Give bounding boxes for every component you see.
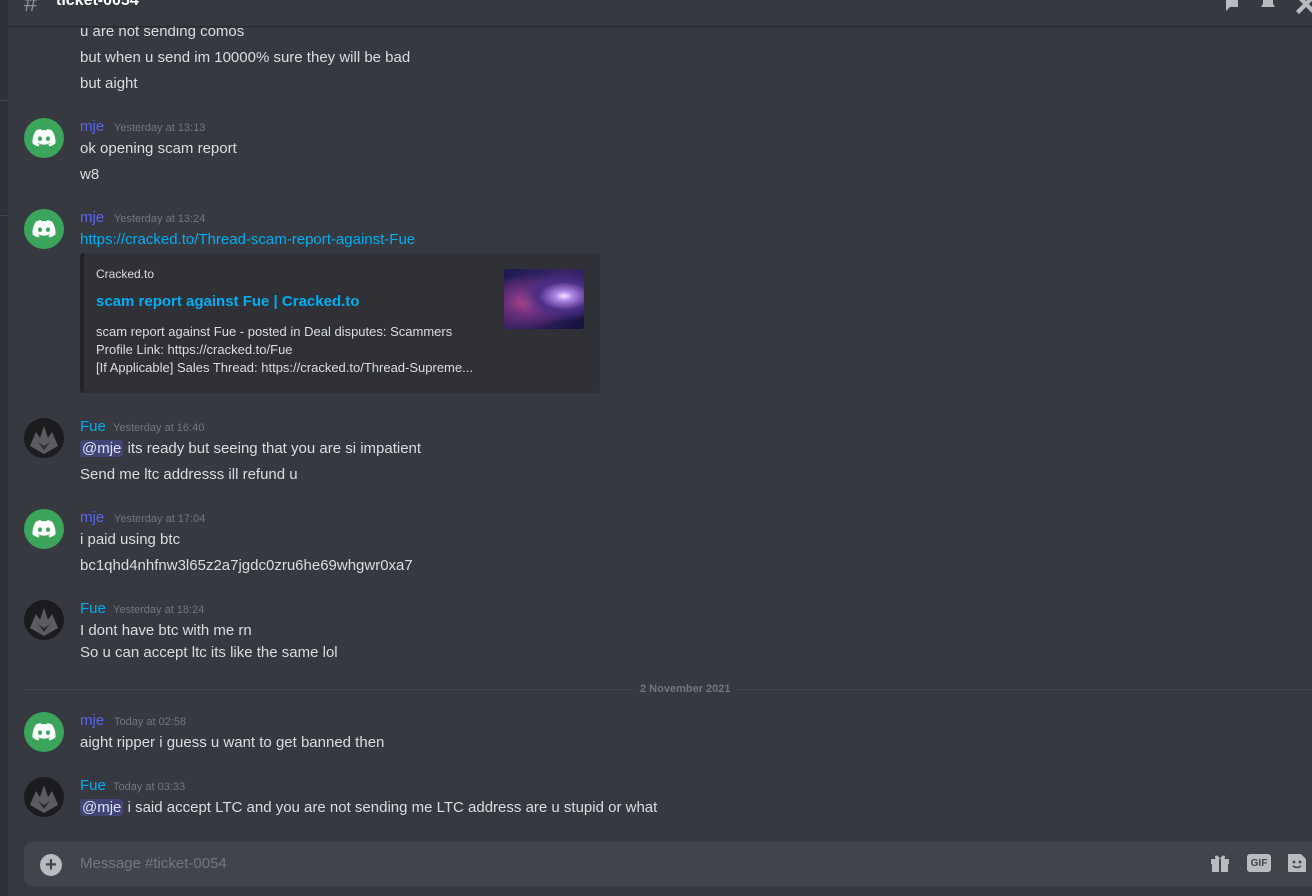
message-composer[interactable]: + Message #ticket-0054 GIF [24, 842, 1312, 886]
server-sidebar-edge [0, 0, 8, 896]
message-text: aight ripper i guess u want to get banne… [80, 734, 385, 751]
embed-description: scam report against Fue - posted in Deal… [96, 324, 453, 339]
wolf-avatar-icon [24, 600, 64, 640]
avatar[interactable] [24, 418, 64, 458]
channel-title: ticket-0054 [56, 0, 139, 9]
avatar[interactable] [24, 712, 64, 752]
link-embed: Cracked.to scam report against Fue | Cra… [80, 253, 600, 393]
message-text: u are not sending comos [80, 26, 245, 40]
embed-provider[interactable]: Cracked.to [96, 267, 154, 281]
sidebar-separator [0, 100, 8, 101]
sidebar-separator [0, 215, 8, 216]
message-list[interactable]: u are not sending comos but when u send … [8, 26, 1312, 840]
message-text: Send me ltc addresss ill refund u [80, 466, 298, 483]
message-text: @mje its ready but seeing that you are s… [80, 439, 421, 459]
embed-description: [If Applicable] Sales Thread: https://cr… [96, 360, 473, 375]
timestamp: Today at 02:58 [114, 716, 187, 728]
message-text-rest: i said accept LTC and you are not sendin… [123, 799, 658, 816]
embed-title[interactable]: scam report against Fue | Cracked.to [96, 293, 359, 310]
add-attachment-icon[interactable]: + [40, 854, 62, 876]
embed-description: Profile Link: https://cracked.to/Fue [96, 342, 293, 357]
message-text: ok opening scam report [80, 140, 237, 157]
username[interactable]: Fue [80, 599, 106, 619]
username[interactable]: Fue [80, 776, 106, 796]
username[interactable]: Fue [80, 417, 106, 437]
embed-thumbnail[interactable] [504, 269, 584, 329]
avatar[interactable] [24, 209, 64, 249]
message-text: So u can accept ltc its like the same lo… [80, 644, 338, 661]
discord-logo-icon [32, 129, 56, 147]
date-divider-label: 2 November 2021 [634, 682, 737, 696]
timestamp: Today at 03:33 [113, 781, 186, 793]
discord-logo-icon [32, 220, 56, 238]
close-icon[interactable] [1296, 0, 1312, 14]
user-mention[interactable]: @mje [80, 799, 124, 816]
avatar[interactable] [24, 777, 64, 817]
bell-icon[interactable] [1258, 0, 1278, 14]
discord-logo-icon [32, 723, 56, 741]
wolf-avatar-icon [24, 777, 64, 817]
message-text: but when u send im 10000% sure they will… [80, 49, 411, 66]
sticker-icon[interactable] [1286, 852, 1308, 879]
gif-button[interactable]: GIF [1247, 854, 1271, 872]
message-text: w8 [80, 166, 100, 183]
message-text: i paid using btc [80, 531, 181, 548]
message-input[interactable]: Message #ticket-0054 [80, 854, 227, 874]
message-text: bc1qhd4nhfnw3l65z2a7jgdc0zru6he69whgwr0x… [80, 557, 413, 574]
username[interactable]: mje [80, 711, 104, 731]
message-text: @mje i said accept LTC and you are not s… [80, 798, 657, 818]
message-text: but aight [80, 75, 138, 92]
gift-icon[interactable] [1209, 852, 1231, 879]
avatar[interactable] [24, 118, 64, 158]
message-text: I dont have btc with me rn [80, 622, 252, 639]
wolf-avatar-icon [24, 418, 64, 458]
username[interactable]: mje [80, 508, 104, 528]
channel-header: # ticket-0054 [8, 0, 1312, 26]
timestamp: Yesterday at 17:04 [114, 513, 206, 525]
message-link[interactable]: https://cracked.to/Thread-scam-report-ag… [80, 230, 415, 250]
username[interactable]: mje [80, 208, 104, 228]
discord-logo-icon [32, 520, 56, 538]
username[interactable]: mje [80, 117, 104, 137]
user-mention[interactable]: @mje [80, 440, 124, 457]
timestamp: Yesterday at 13:24 [114, 213, 206, 225]
timestamp: Yesterday at 16:40 [113, 422, 205, 434]
hash-icon: # [24, 0, 38, 17]
threads-icon[interactable] [1218, 0, 1238, 14]
message-text-rest: its ready but seeing that you are si imp… [123, 440, 422, 457]
avatar[interactable] [24, 600, 64, 640]
timestamp: Yesterday at 13:13 [114, 122, 206, 134]
avatar[interactable] [24, 509, 64, 549]
timestamp: Yesterday at 18:24 [113, 604, 205, 616]
